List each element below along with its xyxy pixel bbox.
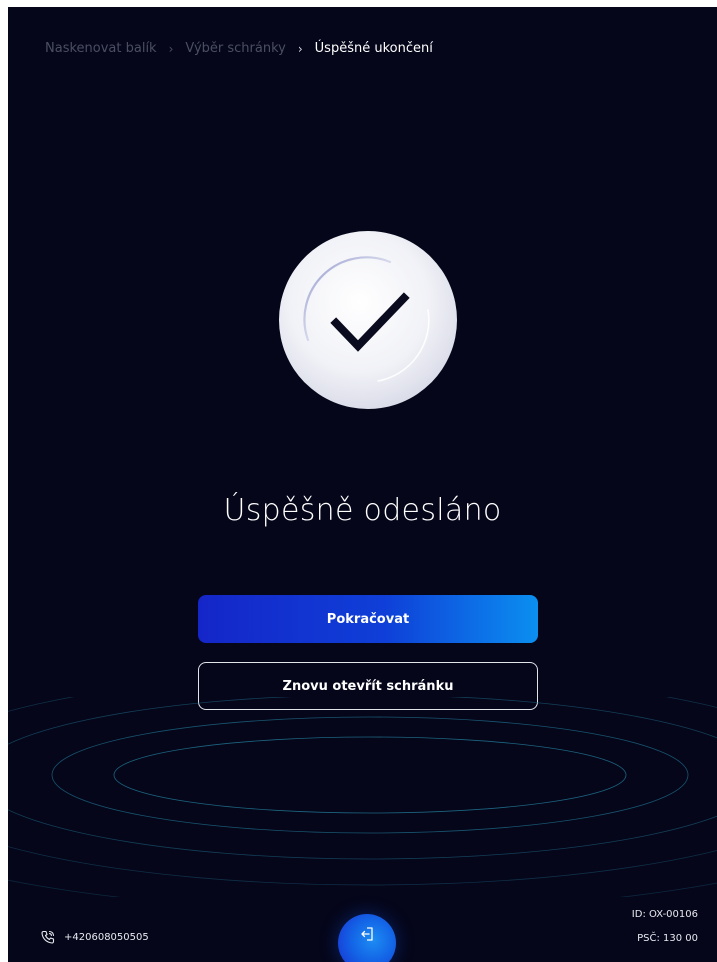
success-screen: Naskenovat balík › Výběr schránky › Úspě… (8, 7, 717, 962)
breadcrumb-step-scan: Naskenovat balík (45, 41, 157, 56)
breadcrumb-step-box: Výběr schránky (185, 41, 286, 56)
continue-button[interactable]: Pokračovat (198, 595, 538, 643)
breadcrumb-separator: › (168, 41, 174, 56)
ripple-rings (8, 697, 717, 897)
device-id: ID: OX-00106 (631, 909, 698, 920)
support-phone: +420608050505 (40, 929, 149, 945)
breadcrumb-step-done: Úspěšné ukončení (314, 41, 433, 56)
success-title: Úspěšně odesláno (223, 493, 502, 528)
logout-icon (361, 927, 373, 941)
phone-icon (40, 929, 56, 945)
logout-button[interactable] (338, 914, 396, 962)
breadcrumb-separator: › (297, 41, 303, 56)
checkmark-icon (278, 230, 458, 410)
postal-code: PSČ: 130 00 (637, 933, 698, 944)
phone-number[interactable]: +420608050505 (64, 932, 149, 943)
reopen-box-button[interactable]: Znovu otevřít schránku (198, 662, 538, 710)
breadcrumb: Naskenovat balík › Výběr schránky › Úspě… (45, 41, 433, 56)
